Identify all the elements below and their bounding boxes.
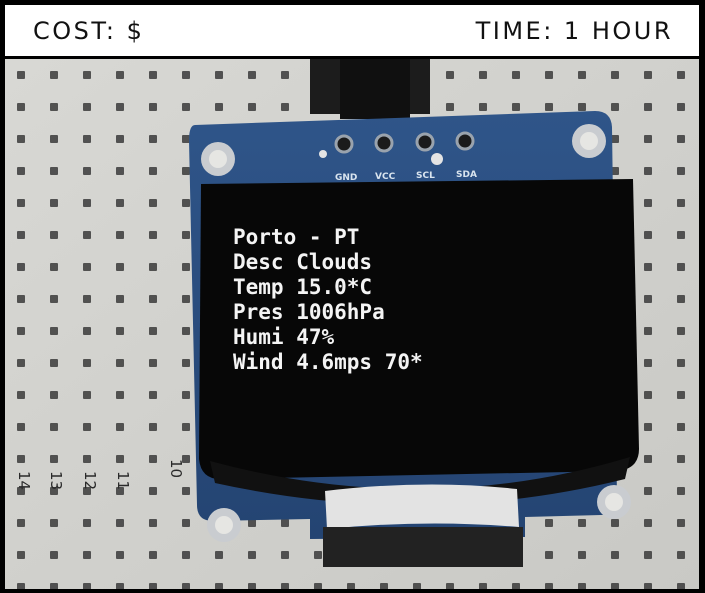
row-number: 11	[114, 471, 132, 490]
oled-line-location: Porto - PT	[233, 225, 359, 249]
photo-frame: COST: $ TIME: 1 HOUR 14 13 12 11 10 GND …	[0, 0, 705, 593]
oled-line-wind: Wind 4.6mps 70*	[233, 350, 423, 374]
oled-module: GND VCC SCL SDA Porto - PT Desc Clouds T…	[189, 111, 639, 567]
row-number: 13	[47, 471, 65, 490]
cost-label: COST: $	[33, 16, 145, 45]
pin-label-vcc: VCC	[375, 172, 396, 182]
time-label: TIME: 1 HOUR	[475, 16, 673, 45]
pin-label-gnd: GND	[335, 173, 357, 183]
breadboard-photo: 14 13 12 11 10 GND VCC SCL SDA Porto - P…	[5, 59, 699, 589]
row-number: 14	[15, 471, 33, 490]
oled-line-description: Desc Clouds	[233, 250, 372, 274]
row-number: 12	[81, 471, 99, 490]
oled-line-pressure: Pres 1006hPa	[233, 300, 385, 324]
ribbon-cable	[325, 484, 519, 529]
oled-line-humidity: Humi 47%	[233, 325, 335, 349]
info-banner: COST: $ TIME: 1 HOUR	[5, 5, 699, 56]
pin-label-scl: SCL	[416, 171, 435, 181]
oled-line-temperature: Temp 15.0*C	[233, 275, 372, 299]
row-number: 10	[167, 459, 185, 478]
pin-label-sda: SDA	[456, 170, 477, 180]
